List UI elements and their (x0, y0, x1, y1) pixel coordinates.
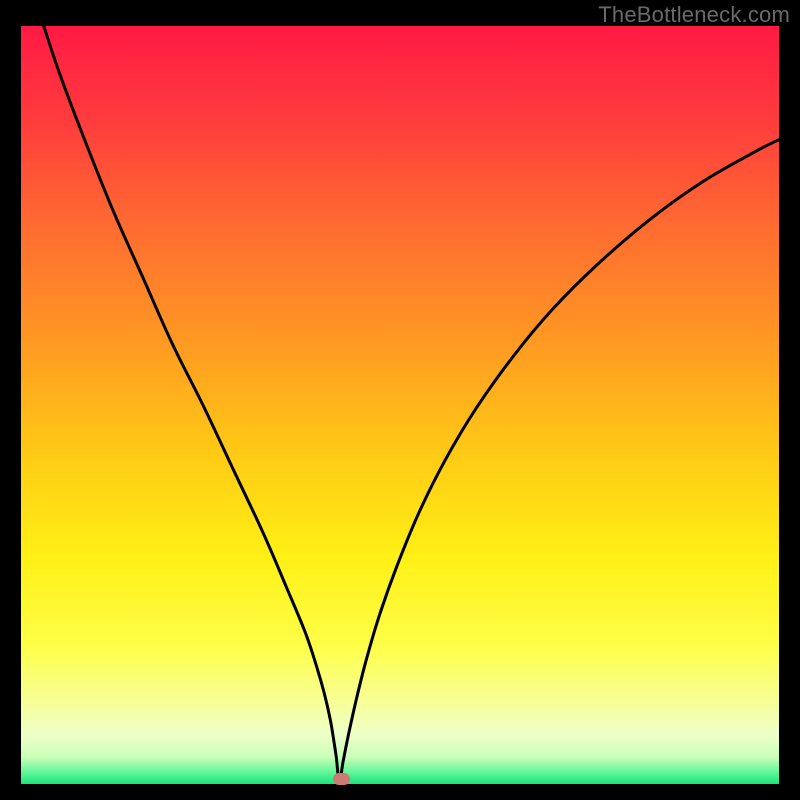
plot-svg (21, 26, 779, 784)
plot-area (21, 26, 779, 784)
chart-container: TheBottleneck.com (0, 0, 800, 800)
optimal-point-marker (333, 773, 350, 785)
watermark-text: TheBottleneck.com (598, 2, 790, 28)
gradient-background (21, 26, 779, 784)
